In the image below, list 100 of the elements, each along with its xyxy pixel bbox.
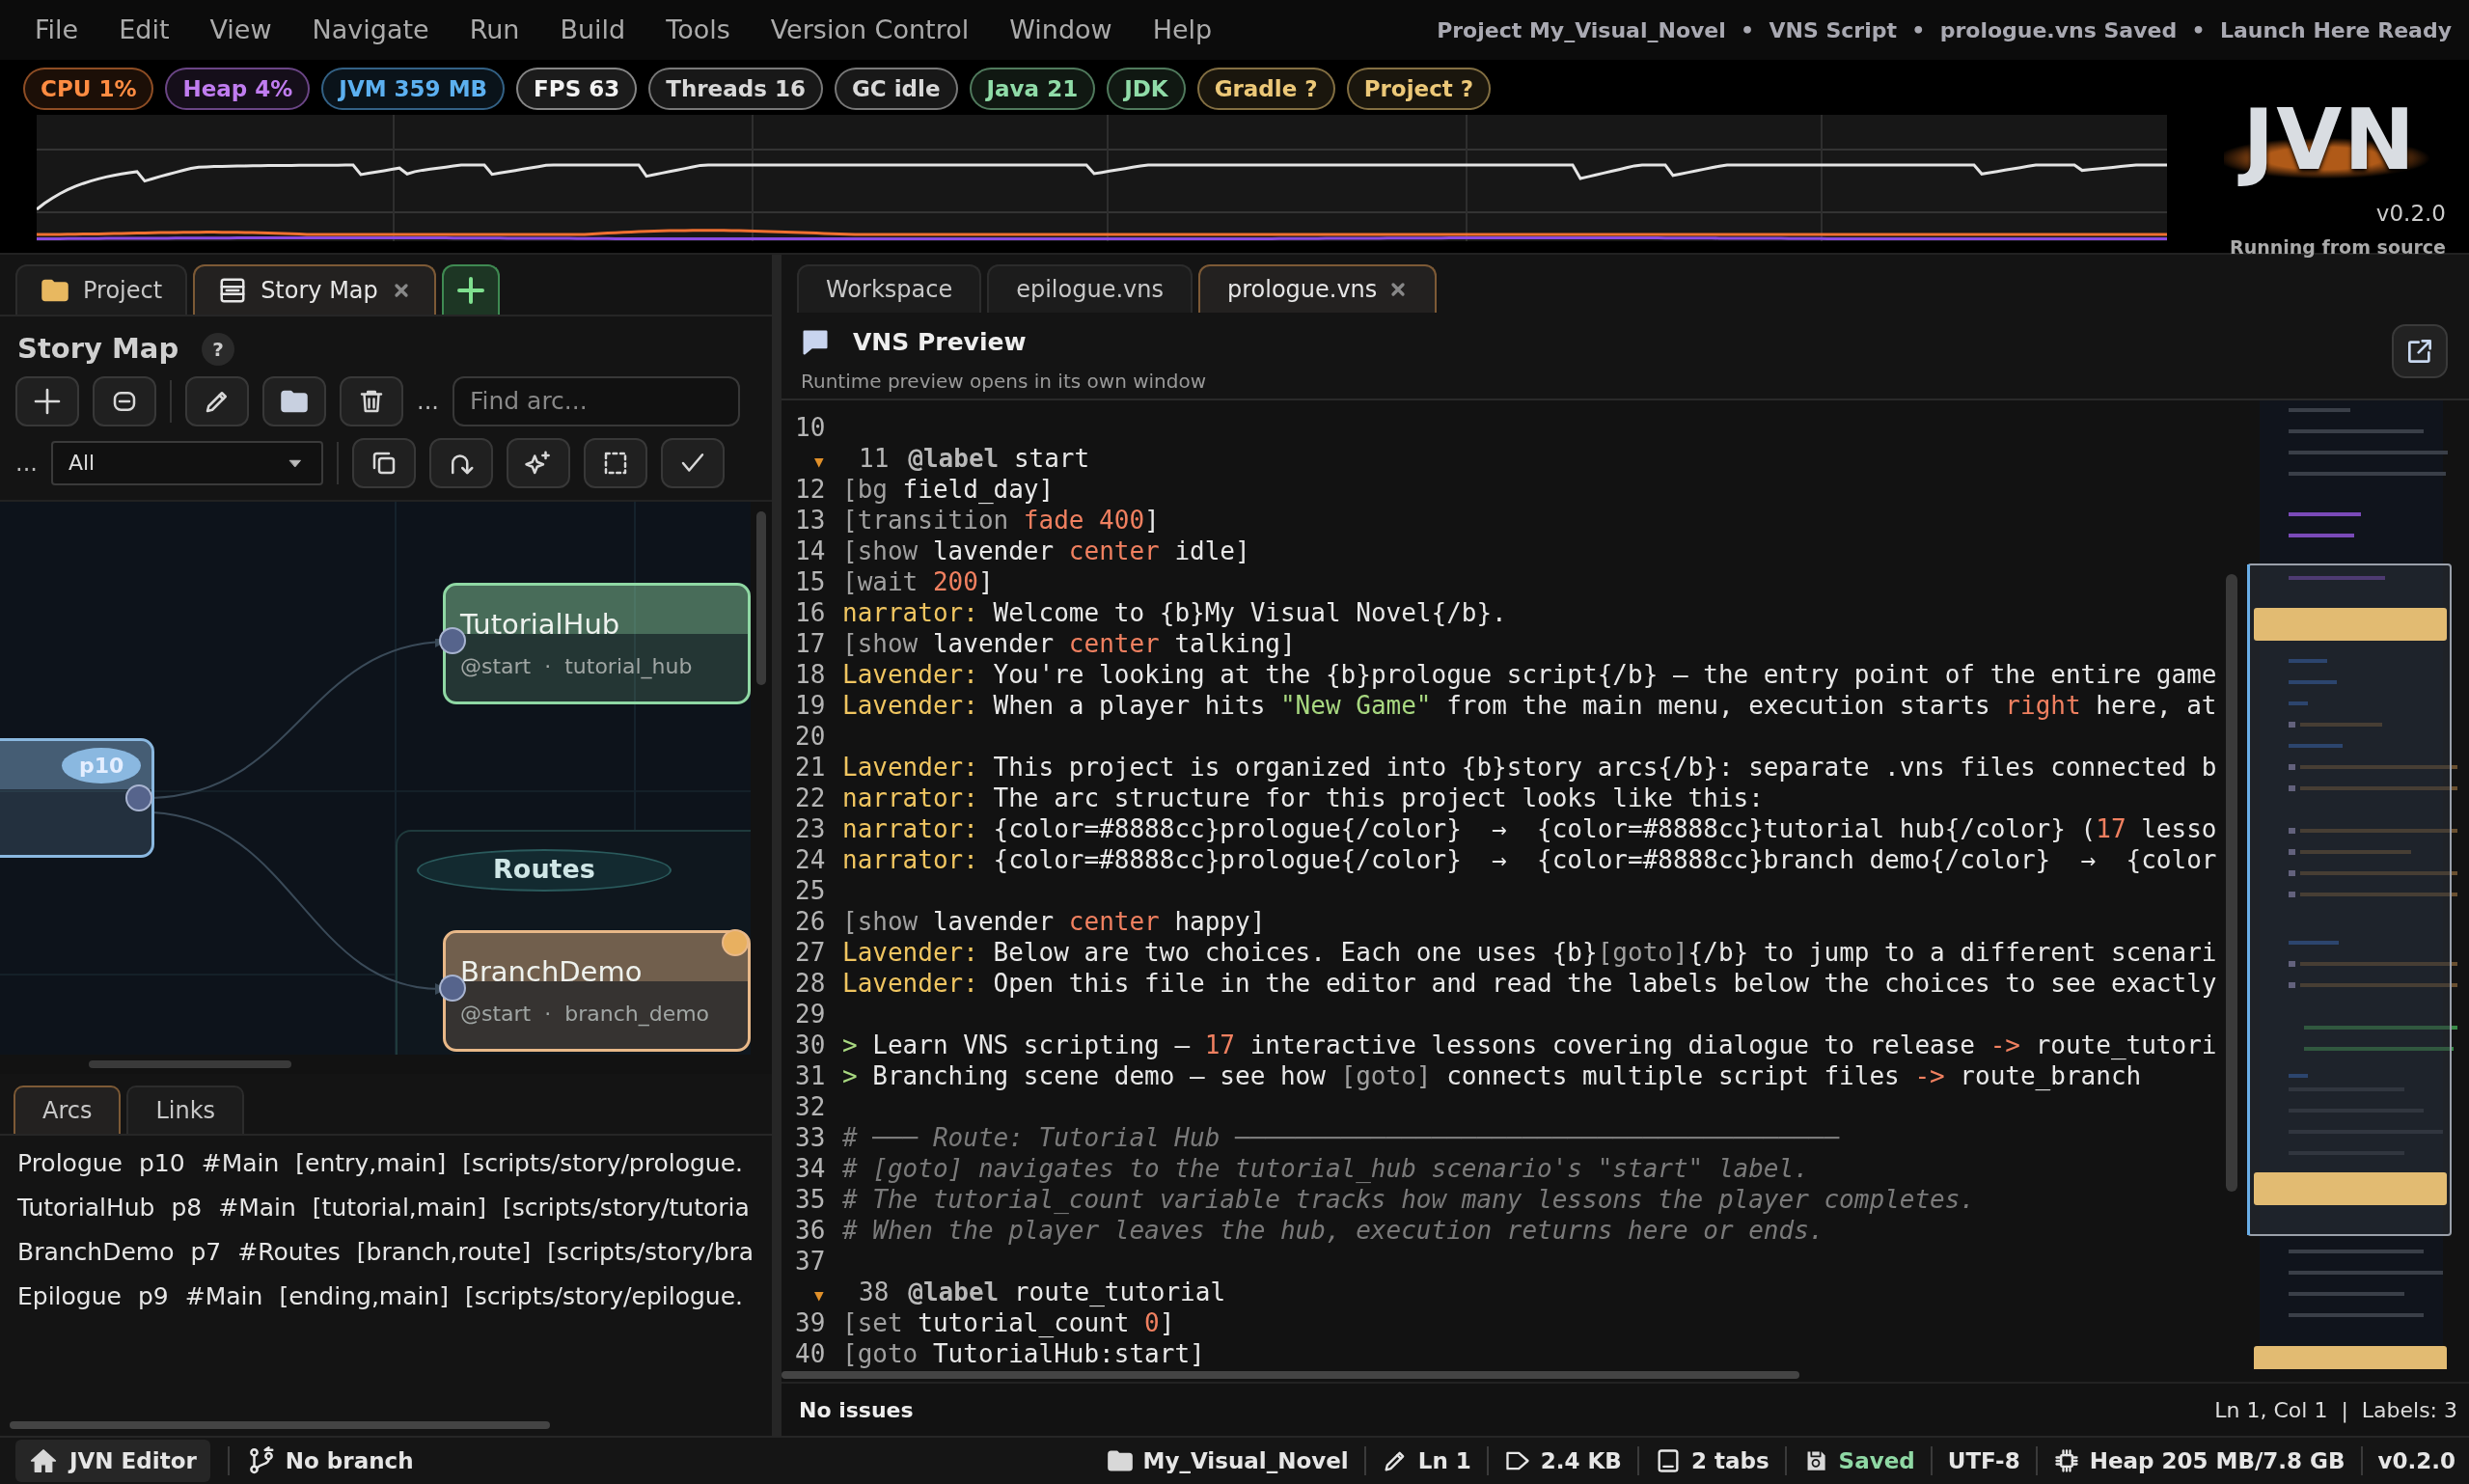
code-line: # The tutorial_count variable tracks how many lessons the player completes. [842,1184,1975,1216]
delete-button[interactable] [340,375,403,426]
arc-page: p8 [171,1192,203,1223]
home-button[interactable]: JVN Editor [15,1440,210,1482]
node-title: TutorialHub [460,606,620,643]
line-number: 13 [795,506,826,536]
arc-path: [scripts/story/prologue. [462,1147,744,1179]
arc-group: #Main [201,1140,280,1186]
line-number: 38 [858,1277,890,1308]
chip-icon [2052,1447,2080,1474]
code-line: Lavender: When a player hits "New Game" from the main menu, execution starts right here, at [842,690,2217,722]
confirm-button[interactable] [660,437,725,488]
panel-title: Story Map [17,331,179,367]
code-line: [wait 200] [842,566,994,598]
branch-text: No branch [285,1446,414,1475]
arc-path: [scripts/story/tutoria [503,1192,750,1223]
status-badge: FPS 63 [516,68,638,110]
arc-tags: [entry,main] [295,1140,447,1186]
add-tab-button[interactable] [441,264,500,315]
arc-path: [scripts/story/epilogue. [465,1280,743,1312]
menu-item[interactable]: View [209,10,272,50]
edit-button[interactable] [185,375,249,426]
menu-item[interactable]: Build [560,10,626,50]
window-icon [218,276,248,305]
story-node[interactable]: TutorialHub @start · tutorial_hub [443,582,751,704]
folder-button[interactable] [262,375,326,426]
code-line: [show lavender center idle] [842,536,1250,567]
panel-tab[interactable]: Project [15,264,188,315]
code-line: [goto TutorialHub:start] [842,1338,1205,1369]
select-button[interactable] [583,437,647,488]
status-text: 2 tabs [1690,1446,1769,1475]
menu-item[interactable]: Run [469,10,520,50]
scrollbar-thumb[interactable] [89,1059,291,1068]
code-line: @label start [908,443,1090,475]
panel-tab[interactable]: Links [126,1085,245,1134]
help-button[interactable]: ? [202,332,235,366]
menu-item[interactable]: Tools [666,10,730,50]
node-title: BranchDemo [460,953,643,990]
line-number: 16 [795,598,826,628]
status-badge: Project ? [1346,68,1492,110]
filter-dropdown[interactable]: All [50,440,323,485]
menu-item[interactable]: Navigate [312,10,429,50]
status-text: v0.2.0 [2377,1446,2455,1475]
status-badge: Heap 4% [165,68,311,110]
copy-button[interactable] [351,437,416,488]
line-number: 33 [795,1123,826,1153]
fold-marker[interactable]: ▼ [795,453,824,472]
line-number: 35 [795,1185,826,1215]
editor-tab[interactable]: epilogue.vns [987,264,1193,313]
line-number: 10 [795,413,826,443]
code-line: [transition fade 400] [842,505,1160,536]
line-number: 32 [795,1092,826,1122]
issues-text: No issues [799,1396,914,1424]
panel-tab[interactable]: Story Map [193,264,436,315]
code-line: [bg field_day] [842,474,1055,506]
status-text: Saved [1838,1446,1915,1475]
open-external-button[interactable] [2392,324,2448,378]
scrollbar-thumb[interactable] [756,510,766,685]
editor-tab[interactable]: prologue.vns [1197,264,1438,313]
scrollbar-thumb[interactable] [2226,574,2237,1193]
connect-button[interactable] [428,437,493,488]
code-line: narrator: {color=#8888cc}prologue{/color} → {color=#8888cc}tutorial hub{/color} (17 lesso [842,813,2217,845]
menu-item[interactable]: File [35,10,79,50]
code-line: Lavender: You're looking at the {b}prologue script{/b} — the entry point of the entire game [842,659,2217,691]
menu-item[interactable]: Edit [119,10,170,50]
status-badge: CPU 1% [23,68,154,110]
status-badge: Threads 16 [648,68,823,110]
menu-item[interactable]: Version Control [770,10,970,50]
line-number: 31 [795,1061,826,1091]
menu-item[interactable]: Window [1009,10,1112,50]
node-subtitle: @start · tutorial_hub [460,652,693,681]
arc-group: #Main [218,1185,296,1230]
status-text: 2.4 KB [1540,1446,1622,1475]
status-text: Ln 1 [1417,1446,1471,1475]
add-button[interactable] [15,375,79,426]
code-line: Lavender: This project is organized into {b}story arcs{/b}: separate .vns files connected b [842,752,2217,783]
page-badge: p10 [62,747,142,783]
story-node[interactable]: BranchDemo @start · branch_demo [443,929,751,1052]
arc-tags: [tutorial,main] [312,1185,486,1230]
scrollbar-thumb[interactable] [10,1421,550,1429]
code-line: # ─── Route: Tutorial Hub ──────────────────────────────────────── [842,1122,1840,1154]
status-badge: Gradle ? [1196,68,1335,110]
panel-tab[interactable]: Arcs [14,1085,122,1134]
line-number: 22 [795,783,826,813]
line-number: 27 [795,938,826,968]
arc-tags: [branch,route] [356,1229,532,1275]
fold-marker[interactable]: ▼ [795,1286,824,1305]
line-number: 39 [795,1308,826,1338]
port-handle[interactable] [125,783,152,811]
status-text: My_Visual_Novel [1142,1446,1349,1475]
menu-item[interactable]: Help [1152,10,1213,50]
scrollbar-thumb[interactable] [782,1370,1799,1379]
code-line: [show lavender center happy] [842,906,1266,938]
line-number: 19 [795,691,826,721]
arc-tags: [ending,main] [279,1274,450,1319]
preview-title: VNS Preview [853,327,1027,358]
sparkle-button[interactable] [506,437,570,488]
run-mode-text: Running from source [2230,235,2446,261]
search-field[interactable]: Find arc... [452,375,740,426]
editor-tab[interactable]: Workspace [797,264,982,313]
